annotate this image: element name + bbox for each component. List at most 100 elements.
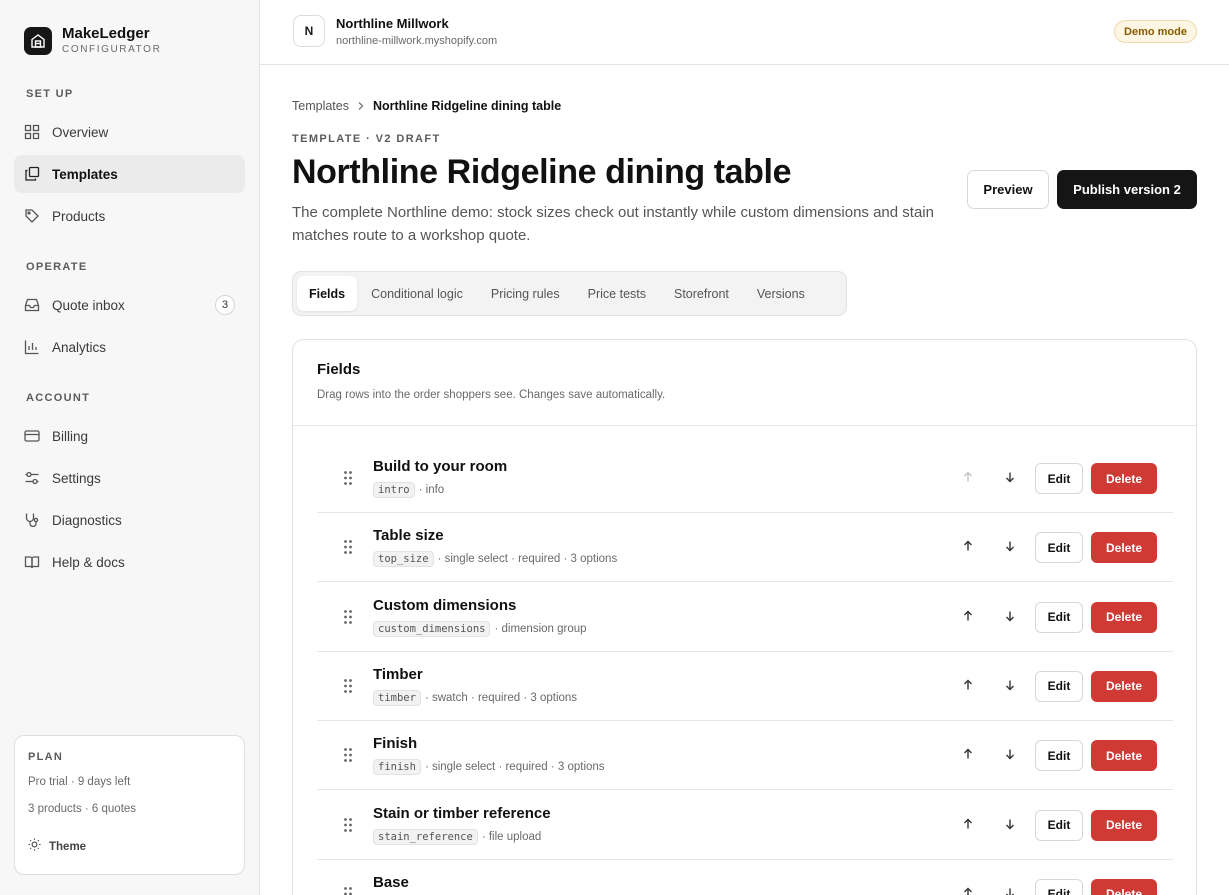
field-type-info: · info — [418, 484, 445, 496]
brand[interactable]: MakeLedger CONFIGURATOR — [24, 26, 161, 56]
move-up-arrow-icon[interactable] — [959, 815, 977, 833]
edit-field-button[interactable]: Edit — [1035, 670, 1083, 702]
section-label-account: ACCOUNT — [26, 392, 91, 404]
tab-price-tests[interactable]: Price tests — [574, 276, 660, 311]
sidebar-item-help-docs[interactable]: Help & docs — [14, 543, 245, 581]
fields-card-header: Fields Drag rows into the order shoppers… — [293, 340, 1196, 426]
edit-field-button[interactable]: Edit — [1035, 809, 1083, 841]
theme-label: Theme — [49, 841, 87, 853]
field-row[interactable]: Table size top_size · single select · requ… — [317, 513, 1173, 583]
preview-button[interactable]: Preview — [967, 170, 1049, 209]
field-type-info: · single select · required · 3 options — [424, 761, 605, 774]
field-key: top_size — [373, 551, 434, 568]
field-meta: stain_reference · file upload — [373, 828, 541, 845]
edit-field-button[interactable]: Edit — [1035, 532, 1083, 564]
sidebar-item-label: Settings — [52, 470, 101, 486]
publish-button[interactable]: Publish version 2 — [1057, 170, 1197, 209]
chevron-right-icon — [357, 101, 365, 111]
sidebar-item-label: Analytics — [52, 339, 107, 355]
field-key: stain_reference — [373, 828, 478, 845]
sidebar-item-label: Diagnostics — [52, 512, 122, 528]
field-meta: intro · info — [373, 482, 444, 498]
theme-toggle-button[interactable]: Theme — [28, 838, 86, 856]
move-up-arrow-icon[interactable] — [959, 607, 977, 625]
fields-card-title: Fields — [317, 361, 361, 378]
plan-title: PLAN — [28, 751, 64, 763]
edit-field-button[interactable]: Edit — [1035, 878, 1083, 895]
tab-conditional-logic[interactable]: Conditional logic — [357, 276, 477, 311]
tab-versions[interactable]: Versions — [743, 276, 819, 311]
move-down-arrow-icon[interactable] — [1001, 745, 1019, 763]
page-title: Northline Ridgeline dining table — [292, 153, 792, 191]
drag-handle-icon[interactable] — [343, 470, 353, 486]
field-title: Stain or timber reference — [373, 804, 551, 822]
field-meta: top_size · single select · required · 3 o… — [373, 551, 617, 568]
section-label-setup: SET UP — [26, 88, 74, 100]
section-label-operate: OPERATE — [26, 261, 88, 273]
store-avatar[interactable]: N — [293, 15, 325, 47]
delete-field-button[interactable]: Delete — [1091, 878, 1157, 895]
fields-card: Fields Drag rows into the order shoppers… — [292, 339, 1197, 895]
drag-handle-icon[interactable] — [343, 539, 353, 555]
tab-pricing-rules[interactable]: Pricing rules — [477, 276, 574, 311]
tab-fields[interactable]: Fields — [297, 276, 358, 311]
move-down-arrow-icon[interactable] — [1001, 537, 1019, 555]
field-row[interactable]: Finish finish · single select · required ·… — [317, 721, 1173, 791]
field-row[interactable]: Base Edit Delete — [317, 860, 1173, 895]
drag-handle-icon[interactable] — [343, 817, 353, 833]
field-type-info: · swatch · required · 3 options — [424, 691, 578, 704]
field-row[interactable]: Timber timber · swatch · required · 3 opti… — [317, 652, 1173, 721]
field-key: timber — [373, 689, 421, 706]
move-up-arrow-icon[interactable] — [959, 537, 977, 555]
sidebar-item-label: Overview — [52, 124, 109, 140]
inbox-icon — [24, 297, 40, 313]
move-down-arrow-icon[interactable] — [1001, 468, 1019, 486]
move-down-arrow-icon[interactable] — [1001, 676, 1019, 694]
move-down-arrow-icon[interactable] — [1001, 607, 1019, 625]
sidebar-item-quote-inbox[interactable]: Quote inbox 3 — [14, 286, 245, 324]
field-row[interactable]: Stain or timber reference stain_reference… — [317, 791, 1173, 860]
sidebar-item-label: Products — [52, 208, 106, 224]
edit-field-button[interactable]: Edit — [1035, 740, 1083, 772]
move-up-arrow-icon[interactable] — [959, 884, 977, 895]
field-row[interactable]: Build to your room intro · info Edit Delete — [317, 444, 1173, 513]
delete-field-button[interactable]: Delete — [1091, 670, 1157, 702]
drag-handle-icon[interactable] — [343, 747, 353, 763]
plan-usage: 3 products · 6 quotes — [28, 803, 137, 815]
tab-storefront[interactable]: Storefront — [660, 276, 743, 311]
move-up-arrow-icon[interactable] — [959, 745, 977, 763]
move-up-arrow-icon[interactable] — [959, 676, 977, 694]
sidebar-item-diagnostics[interactable]: Diagnostics — [14, 501, 245, 539]
sidebar-item-billing[interactable]: Billing — [14, 417, 245, 455]
move-down-arrow-icon[interactable] — [1001, 815, 1019, 833]
delete-field-button[interactable]: Delete — [1091, 809, 1157, 841]
sidebar-item-products[interactable]: Products — [14, 197, 245, 235]
move-down-arrow-icon[interactable] — [1001, 884, 1019, 895]
edit-field-button[interactable]: Edit — [1035, 601, 1083, 633]
field-meta: finish · single select · required · 3 opt… — [373, 759, 605, 776]
delete-field-button[interactable]: Delete — [1091, 740, 1157, 772]
demo-mode-badge: Demo mode — [1114, 20, 1197, 43]
credit-card-icon — [24, 428, 40, 444]
breadcrumb-current: Northline Ridgeline dining table — [372, 99, 562, 113]
drag-handle-icon[interactable] — [343, 886, 353, 895]
delete-field-button[interactable]: Delete — [1091, 532, 1157, 564]
field-row[interactable]: Custom dimensions custom_dimensions · dime… — [317, 583, 1173, 652]
field-meta: custom_dimensions · dimension group — [373, 620, 587, 637]
delete-field-button[interactable]: Delete — [1091, 601, 1157, 633]
delete-field-button[interactable]: Delete — [1091, 463, 1157, 494]
field-key: custom_dimensions — [373, 620, 491, 637]
field-title: Finish — [373, 735, 418, 753]
sidebar-item-label: Billing — [52, 428, 89, 444]
edit-field-button[interactable]: Edit — [1035, 463, 1083, 494]
drag-handle-icon[interactable] — [343, 678, 353, 694]
brand-subtitle: CONFIGURATOR — [62, 44, 162, 55]
top-header: N Northline Millwork northline-millwork.… — [260, 0, 1229, 65]
sidebar-item-analytics[interactable]: Analytics — [14, 328, 245, 366]
sidebar-item-overview[interactable]: Overview — [14, 113, 245, 151]
store-name: Northline Millwork — [336, 16, 449, 31]
drag-handle-icon[interactable] — [343, 609, 353, 625]
sidebar-item-templates[interactable]: Templates — [14, 155, 245, 193]
breadcrumb-templates-link[interactable]: Templates — [292, 99, 349, 113]
sidebar-item-settings[interactable]: Settings — [14, 459, 245, 497]
